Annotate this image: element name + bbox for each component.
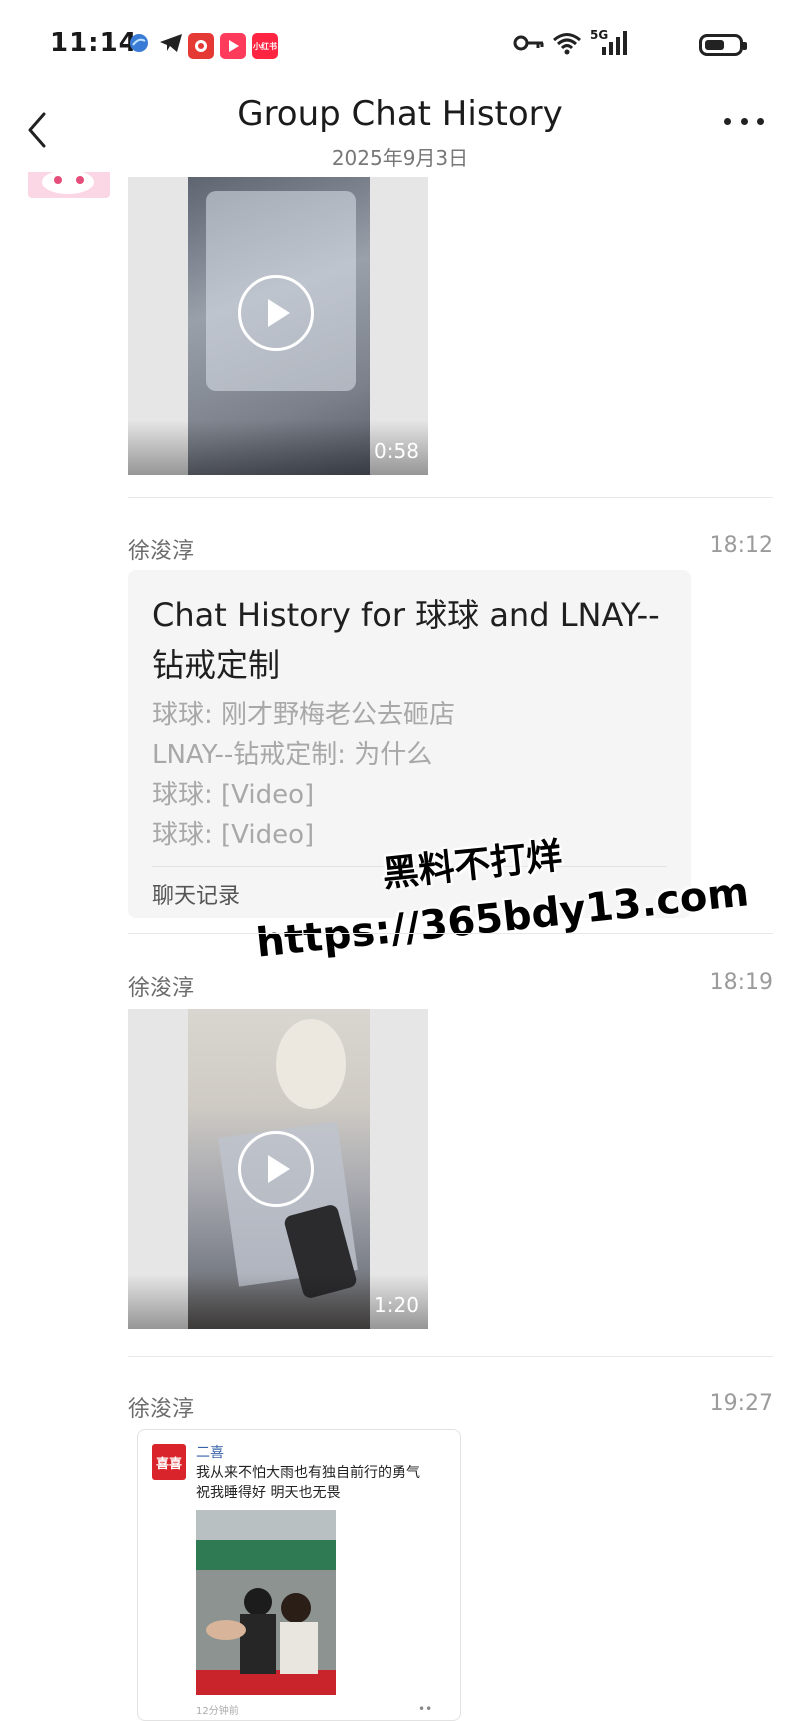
shared-post-author: 二喜 (196, 1445, 224, 1461)
shared-post-text: 祝我睡得好 明天也无畏 (196, 1485, 341, 1501)
chat-record-line: 球球: [Video] (152, 780, 315, 810)
xiaohongshu-label: 小红书 (253, 41, 277, 51)
divider (128, 497, 773, 498)
dot-icon (757, 118, 764, 125)
chat-record-footer: 聊天记录 (152, 884, 241, 909)
chat-record-line: 球球: 刚才野梅老公去砸店 (152, 700, 456, 730)
more-options-button[interactable] (724, 118, 764, 130)
red-app-icon (188, 33, 214, 59)
chat-record-title: Chat History for 球球 and LNAY--钻戒定制 (152, 596, 660, 684)
page-date: 2025年9月3日 (331, 146, 469, 170)
thumbnail-vase (276, 1019, 346, 1109)
video-app-icon (220, 33, 246, 59)
dot-icon (724, 118, 731, 125)
sender-name: 徐浚淳 (128, 976, 195, 1001)
play-icon (238, 275, 314, 351)
video-duration: 0:58 (374, 439, 419, 463)
divider (128, 1356, 773, 1357)
signal-icon (592, 30, 630, 56)
shared-post-card[interactable]: 喜喜 二喜 我从来不怕大雨也有独自前行的勇气 祝我睡得好 明天也无畏 12分钟前… (137, 1429, 461, 1721)
video-message[interactable]: 0:58 (128, 177, 428, 475)
video-duration: 1:20 (374, 1293, 419, 1317)
video-message[interactable]: 1:20 (128, 1009, 428, 1329)
shared-post-logo: 喜喜 (152, 1444, 186, 1480)
chat-record-line: LNAY--钻戒定制: 为什么 (152, 740, 433, 770)
dot-icon (740, 118, 748, 125)
chat-record-line: 球球: [Video] (152, 820, 315, 850)
xiaohongshu-icon: 小红书 (252, 33, 278, 59)
key-icon (513, 30, 545, 56)
shared-post-text: 我从来不怕大雨也有独自前行的勇气 (196, 1465, 420, 1481)
message-time: 19:27 (709, 1391, 773, 1416)
divider (128, 933, 773, 934)
telegram-icon (158, 30, 184, 56)
battery-icon (699, 34, 747, 56)
avatar[interactable] (28, 172, 110, 198)
more-icon[interactable]: •• (418, 1702, 432, 1716)
shared-post-image (196, 1510, 336, 1695)
battery-level (705, 40, 724, 50)
message-time: 18:12 (709, 533, 773, 558)
sender-name: 徐浚淳 (128, 539, 195, 564)
wifi-icon (552, 30, 582, 56)
message-time: 18:19 (709, 970, 773, 995)
blue-app-icon (128, 30, 150, 56)
page-title: Group Chat History (237, 94, 563, 134)
status-time: 11:14 (50, 28, 138, 58)
play-icon (238, 1131, 314, 1207)
shared-post-time: 12分钟前 (196, 1706, 239, 1717)
sender-name: 徐浚淳 (128, 1397, 195, 1422)
